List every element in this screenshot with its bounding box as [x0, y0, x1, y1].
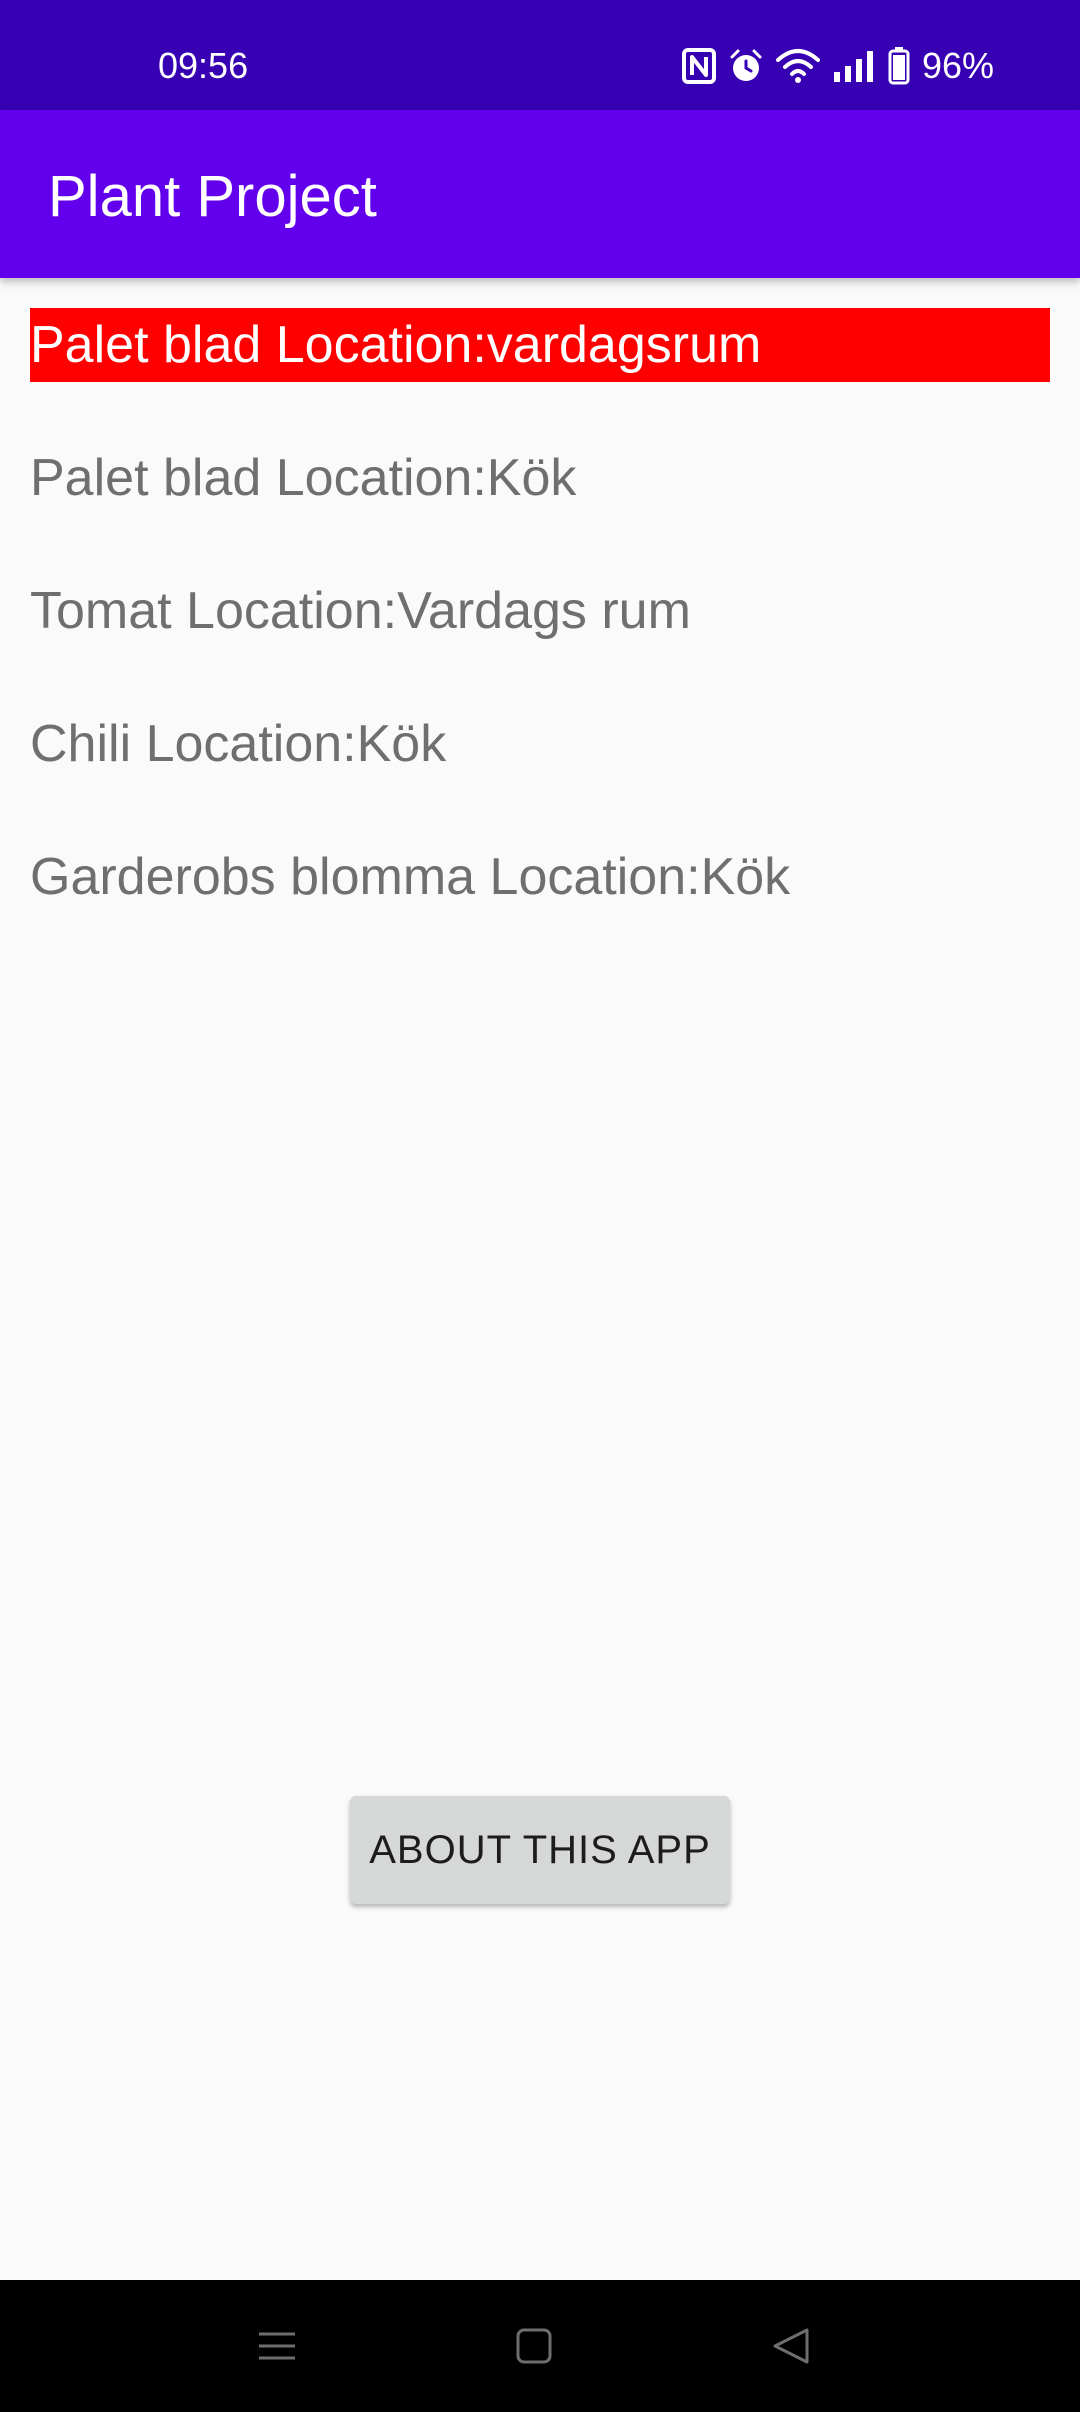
status-icons: 96% — [681, 44, 994, 88]
plant-list-item[interactable]: Tomat Location:Vardags rum — [30, 574, 1050, 648]
plant-list: Palet blad Location:vardagsrum Palet bla… — [30, 308, 1050, 973]
plant-list-item[interactable]: Chili Location:Kök — [30, 707, 1050, 781]
menu-icon[interactable] — [241, 2310, 313, 2382]
about-this-app-button[interactable]: ABOUT THIS APP — [350, 1796, 730, 1904]
home-icon[interactable] — [498, 2310, 570, 2382]
signal-icon — [832, 48, 876, 84]
status-time: 09:56 — [158, 45, 249, 86]
navigation-bar — [0, 2280, 1080, 2412]
plant-list-item[interactable]: Palet blad Location:Kök — [30, 441, 1050, 515]
status-bar: 09:56 96% — [0, 0, 1080, 110]
app-title: Plant Project — [48, 164, 377, 229]
wifi-icon — [775, 48, 820, 84]
back-icon[interactable] — [755, 2310, 827, 2382]
battery-percent: 96% — [921, 45, 994, 86]
app-bar: Plant Project — [0, 110, 1080, 278]
alarm-icon — [728, 48, 764, 84]
plant-list-item[interactable]: Garderobs blomma Location:Kök — [30, 840, 1050, 914]
plant-list-item[interactable]: Palet blad Location:vardagsrum — [30, 308, 1050, 382]
nfc-icon — [681, 48, 716, 84]
battery-icon — [888, 47, 910, 85]
